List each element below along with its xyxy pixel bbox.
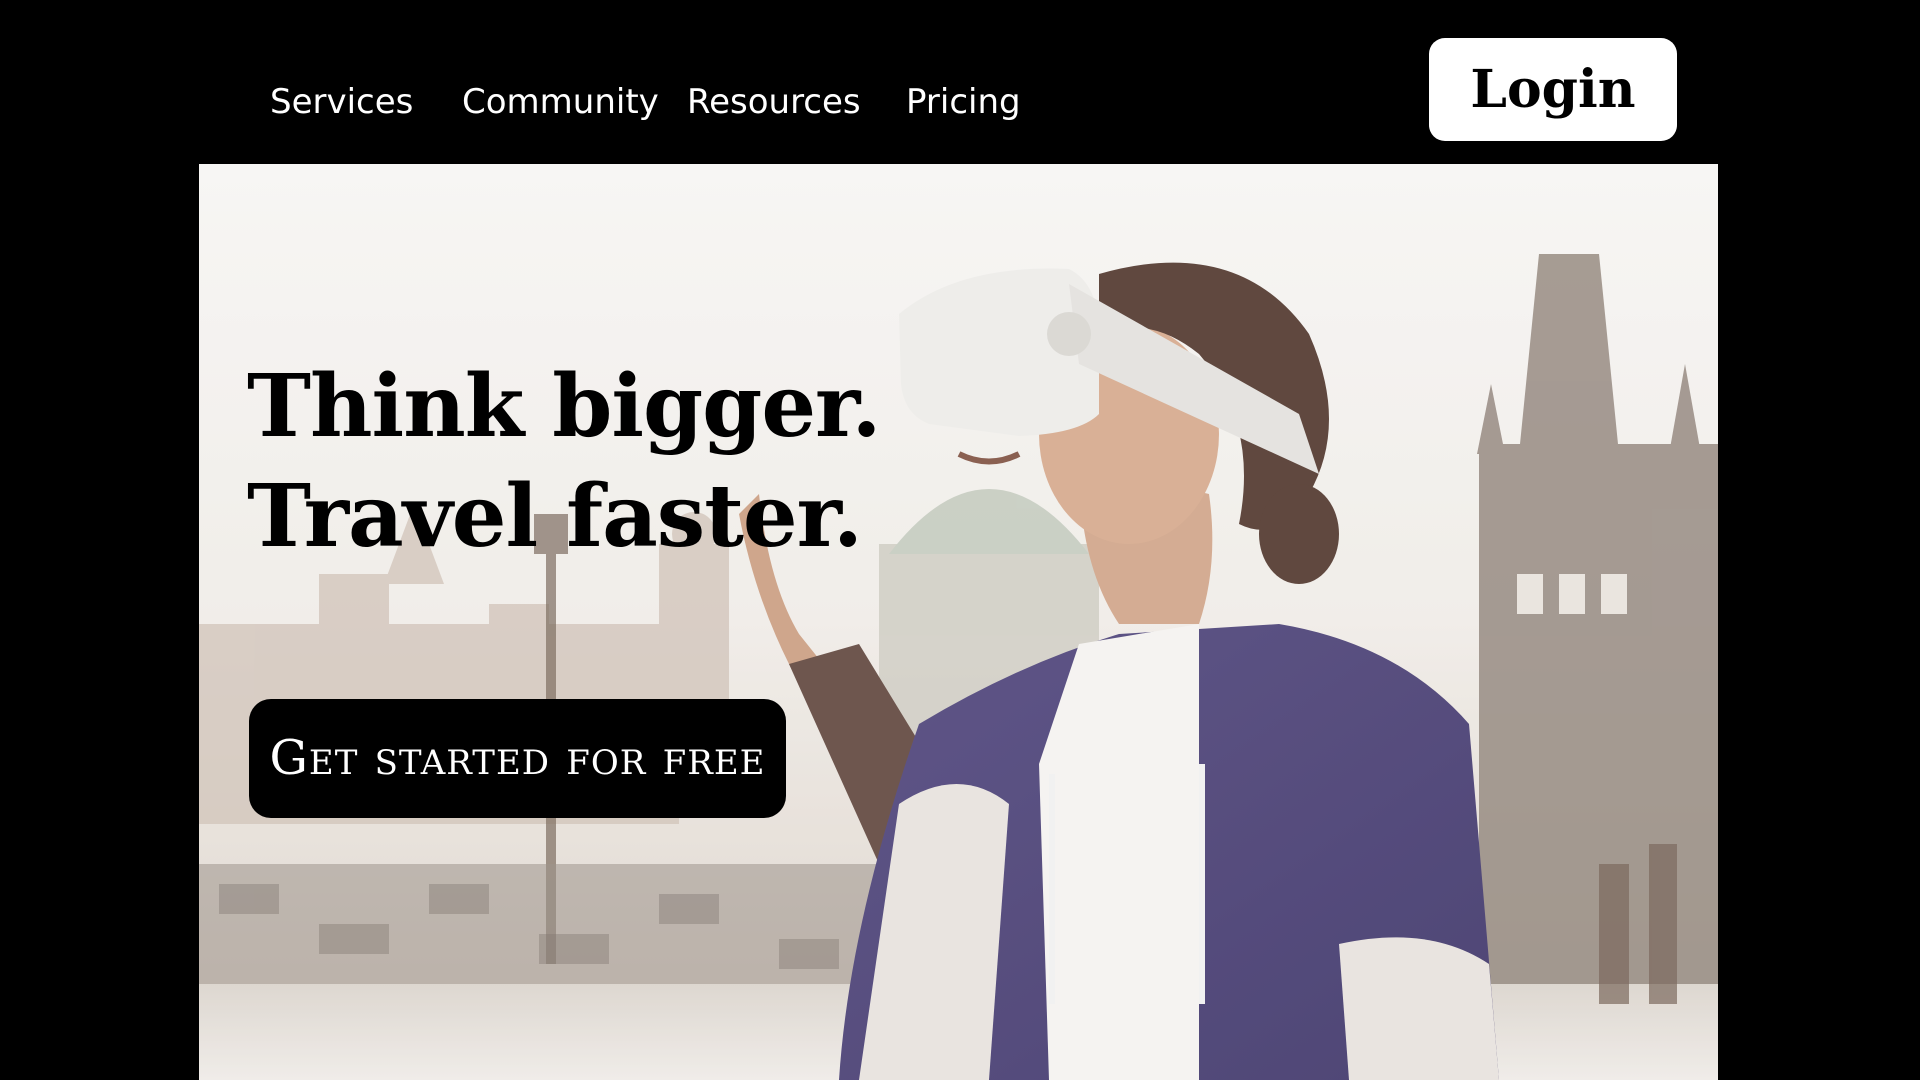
hero-photo [199,164,1718,1080]
hero-headline-line-1: Think bigger. [247,356,881,457]
nav-item-community[interactable]: Community [462,78,659,126]
hero-section: Think bigger. Travel faster. Get started… [199,164,1718,1080]
get-started-button[interactable]: Get started for free [249,699,786,818]
login-button[interactable]: Login [1429,38,1677,141]
nav-item-services[interactable]: Services [270,78,413,126]
nav-item-pricing[interactable]: Pricing [906,78,1021,126]
hero-headline: Think bigger. Travel faster. [247,352,881,572]
hero-headline-line-2: Travel faster. [247,466,863,567]
landing-page: Services Community Resources Pricing Log… [199,0,1718,1080]
top-navigation-bar: Services Community Resources Pricing Log… [199,0,1718,164]
nav-item-resources[interactable]: Resources [687,78,861,126]
